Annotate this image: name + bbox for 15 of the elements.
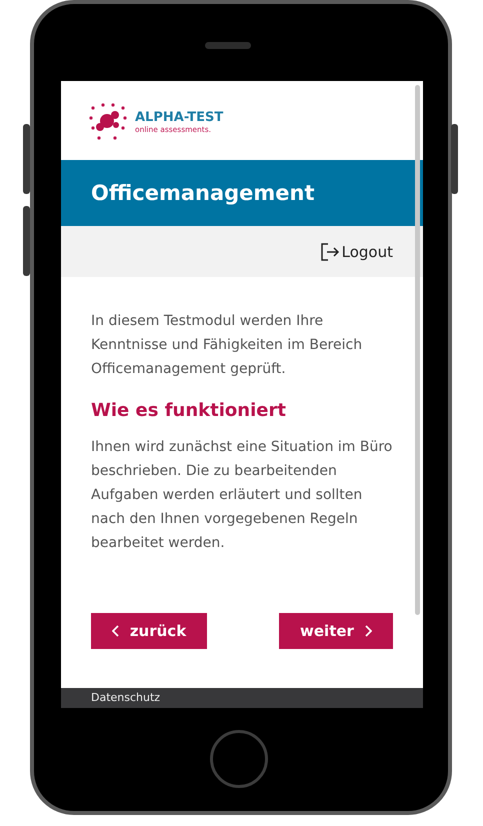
privacy-link[interactable]: Datenschutz bbox=[91, 688, 160, 705]
brand-name: ALPHA-TEST bbox=[135, 111, 224, 125]
home-button[interactable] bbox=[210, 730, 268, 788]
speaker-grille bbox=[205, 42, 251, 49]
chevron-left-icon bbox=[112, 625, 120, 637]
back-button[interactable]: zurück bbox=[91, 613, 207, 649]
page-title: Officemanagement bbox=[91, 181, 315, 205]
chevron-right-icon bbox=[364, 625, 372, 637]
intro-text: In diesem Testmodul werden Ihre Kenntnisse und Fähigkeiten im Bereich Officemanagement geprüft. bbox=[91, 312, 364, 379]
dots-logo-icon bbox=[89, 102, 127, 140]
section-heading: Wie es funktioniert bbox=[91, 399, 287, 423]
logout-link[interactable]: Logout bbox=[320, 242, 393, 262]
logout-icon bbox=[320, 242, 340, 262]
body-text: Ihnen wird zunächst eine Situation im Büro beschrieben. Die zu bearbeitenden Aufgaben werden erläutert und sollten nach den Ihnen vorgegebenen Regeln bearbeitet werden. bbox=[91, 438, 393, 553]
next-button[interactable]: weiter bbox=[279, 613, 393, 649]
